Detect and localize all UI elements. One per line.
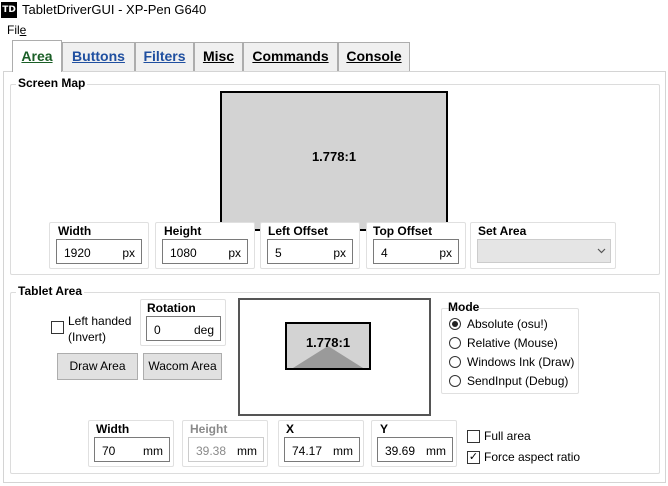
title-bar: TD TabletDriverGUI - XP-Pen G640 <box>0 0 668 20</box>
full-area-checkbox[interactable] <box>467 430 480 443</box>
screen-map-preview[interactable]: 1.778:1 <box>220 91 448 231</box>
full-area-label: Full area <box>484 429 531 443</box>
mode-radio-windows-ink[interactable] <box>449 356 461 368</box>
tablet-x-unit: mm <box>333 444 353 458</box>
tablet-y-value: 39.69 <box>385 444 416 458</box>
tablet-width-box: Width 70 mm <box>88 420 174 467</box>
tablet-height-label: Height <box>190 422 228 436</box>
screen-width-input[interactable]: 1920 px <box>56 239 142 264</box>
screen-height-unit: px <box>228 246 241 260</box>
screen-height-box: Height 1080 px <box>155 222 255 269</box>
tablet-width-value: 70 <box>102 444 116 458</box>
tablet-height-unit: mm <box>237 444 257 458</box>
set-area-box: Set Area <box>470 222 616 269</box>
rotation-input[interactable]: 0 deg <box>146 316 221 341</box>
tablet-height-input: 39.38 mm <box>188 437 264 462</box>
rotation-box: Rotation 0 deg <box>140 299 226 346</box>
screen-height-label: Height <box>164 224 202 238</box>
left-offset-label: Left Offset <box>268 224 328 238</box>
tablet-x-box: X 74.17 mm <box>278 420 364 467</box>
left-handed-label-line2: (Invert) <box>68 330 107 344</box>
tablet-area-ratio: 1.778:1 <box>305 335 351 350</box>
mode-label: Mode <box>448 300 480 314</box>
top-offset-value: 4 <box>381 246 388 260</box>
tablet-y-unit: mm <box>426 444 446 458</box>
tablet-x-label: X <box>286 422 295 436</box>
mode-radio-absolute[interactable] <box>449 318 461 330</box>
tablet-y-input[interactable]: 39.69 mm <box>377 437 453 462</box>
mode-label-windows-ink: Windows Ink (Draw) <box>467 355 575 369</box>
menu-file-label: Fil <box>7 23 20 37</box>
tab-buttons[interactable]: Buttons <box>62 42 135 71</box>
mode-label-sendinput: SendInput (Debug) <box>467 374 569 388</box>
tablet-y-label: Y <box>380 422 389 436</box>
menu-file-accel: e <box>19 23 27 37</box>
mode-label-relative: Relative (Mouse) <box>467 336 558 350</box>
tab-content-area: Screen Map 1.778:1 Width 1920 px Height … <box>3 71 666 483</box>
force-aspect-checkbox[interactable]: ✓ <box>467 451 480 464</box>
screen-map-ratio: 1.778:1 <box>311 149 357 164</box>
tab-console[interactable]: Console <box>338 42 410 71</box>
draw-area-button[interactable]: Draw Area <box>57 353 138 380</box>
screen-width-label: Width <box>58 224 92 238</box>
top-offset-label: Top Offset <box>373 224 433 238</box>
tablet-y-box: Y 39.69 mm <box>371 420 457 467</box>
tab-commands[interactable]: Commands <box>243 42 338 71</box>
tab-misc[interactable]: Misc <box>194 42 243 71</box>
tablet-height-value: 39.38 <box>196 444 227 458</box>
tablet-x-value: 74.17 <box>292 444 323 458</box>
chevron-down-icon <box>597 248 606 254</box>
tablet-width-unit: mm <box>143 444 163 458</box>
top-offset-box: Top Offset 4 px <box>366 222 466 269</box>
mode-label-absolute: Absolute (osu!) <box>467 317 548 331</box>
top-offset-unit: px <box>439 246 452 260</box>
screen-height-value: 1080 <box>170 246 197 260</box>
mode-radio-relative[interactable] <box>449 337 461 349</box>
left-handed-checkbox[interactable] <box>51 321 64 334</box>
set-area-label: Set Area <box>478 224 527 238</box>
tablet-area-title: Tablet Area <box>16 284 85 298</box>
tablet-area-preview[interactable]: 1.778:1 <box>238 298 431 416</box>
checkmark-icon: ✓ <box>468 451 479 463</box>
left-handed-label-line1: Left handed <box>68 314 132 328</box>
menu-file[interactable]: File <box>7 23 26 37</box>
tab-filters[interactable]: Filters <box>135 42 194 71</box>
left-offset-input[interactable]: 5 px <box>267 239 353 264</box>
app-icon: TD <box>1 2 17 18</box>
tablet-x-input[interactable]: 74.17 mm <box>284 437 360 462</box>
rotation-unit: deg <box>193 323 214 337</box>
left-offset-box: Left Offset 5 px <box>260 222 360 269</box>
force-aspect-label: Force aspect ratio <box>484 450 581 464</box>
mode-radio-sendinput[interactable] <box>449 375 461 387</box>
tablet-width-input[interactable]: 70 mm <box>94 437 170 462</box>
screen-map-title: Screen Map <box>16 76 88 90</box>
tab-area[interactable]: Area <box>12 40 62 72</box>
left-offset-value: 5 <box>275 246 282 260</box>
tablet-height-box: Height 39.38 mm <box>182 420 268 467</box>
screen-width-value: 1920 <box>64 246 91 260</box>
rotation-value: 0 <box>154 323 161 337</box>
screen-width-unit: px <box>122 246 135 260</box>
top-offset-input[interactable]: 4 px <box>373 239 459 264</box>
set-area-dropdown[interactable] <box>477 239 611 263</box>
wacom-area-button[interactable]: Wacom Area <box>143 353 222 380</box>
rotation-label: Rotation <box>147 301 196 315</box>
left-offset-unit: px <box>333 246 346 260</box>
screen-height-input[interactable]: 1080 px <box>162 239 248 264</box>
window-title: TabletDriverGUI - XP-Pen G640 <box>22 2 207 17</box>
tablet-width-label: Width <box>96 422 130 436</box>
tablet-area-rect[interactable]: 1.778:1 <box>285 322 371 370</box>
screen-width-box: Width 1920 px <box>49 222 149 269</box>
left-handed-label: Left handed (Invert) <box>68 313 131 345</box>
